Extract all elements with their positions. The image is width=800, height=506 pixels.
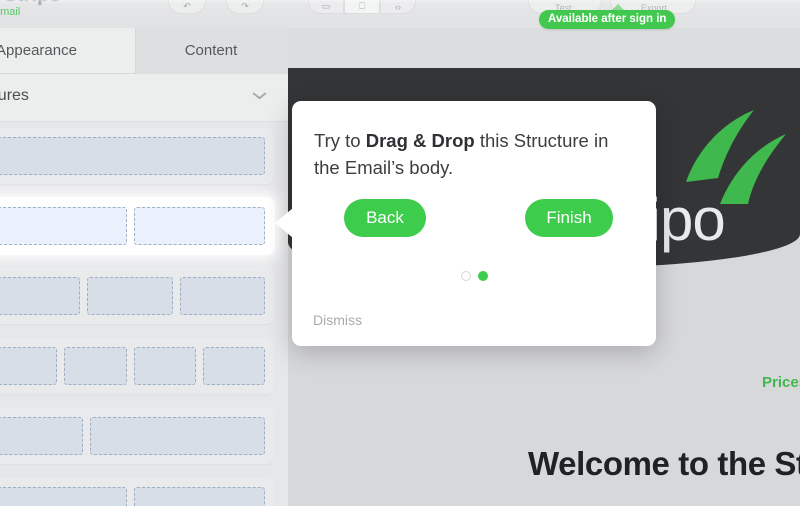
back-button[interactable]: Back	[344, 199, 426, 237]
structures-list[interactable]	[0, 122, 288, 506]
structure-one-third-two-thirds[interactable]	[0, 408, 274, 464]
mobile-view-button[interactable]: ⎕	[344, 0, 380, 14]
structure-cell	[203, 347, 265, 385]
structure-cell	[0, 137, 265, 175]
structures-section-title: Structures	[0, 87, 29, 105]
code-view-button[interactable]: ‹›	[380, 0, 416, 14]
structure-two-column-wide[interactable]	[0, 478, 274, 506]
structure-cell	[134, 207, 266, 245]
mobile-icon: ⎕	[345, 1, 379, 12]
structure-cell	[87, 277, 172, 315]
code-icon: ‹›	[381, 2, 415, 12]
structures-section-header[interactable]: Structures	[0, 74, 288, 122]
structure-cell	[0, 417, 83, 455]
onboarding-popover: Try to Drag & Drop this Structure in the…	[292, 101, 656, 346]
structure-cell	[90, 417, 265, 455]
prices-link[interactable]: Prices	[762, 374, 800, 391]
left-panel: Appearance Content Structures	[0, 28, 288, 506]
app-brand: Stripo email	[4, 0, 124, 19]
structure-cell	[0, 277, 80, 315]
brand-subtitle: email	[0, 6, 124, 19]
step-indicator	[292, 271, 656, 281]
structure-cell	[64, 347, 126, 385]
popover-message: Try to Drag & Drop this Structure in the…	[314, 127, 634, 181]
structure-cell	[134, 487, 266, 506]
tab-appearance[interactable]: Appearance	[0, 28, 136, 74]
step-dot-1[interactable]	[461, 271, 471, 281]
chevron-down-icon[interactable]	[253, 92, 266, 100]
structure-cell	[0, 347, 57, 385]
popover-arrow	[275, 208, 293, 238]
brand-name: Stripo	[4, 0, 124, 6]
welcome-heading[interactable]: Welcome to the Stripo	[528, 445, 800, 483]
structure-cell	[134, 347, 196, 385]
desktop-view-button[interactable]: ▭	[308, 0, 344, 14]
popover-text-prefix: Try to	[314, 130, 366, 151]
structure-cell	[180, 277, 265, 315]
redo-icon: ↷	[227, 1, 263, 12]
structure-four-column[interactable]	[0, 338, 274, 394]
step-dot-2[interactable]	[478, 271, 488, 281]
structure-two-column[interactable]	[0, 198, 274, 254]
redo-button[interactable]: ↷	[226, 0, 264, 14]
finish-button[interactable]: Finish	[525, 199, 613, 237]
popover-text-bold: Drag & Drop	[366, 130, 475, 151]
sign-in-tooltip: Available after sign in	[539, 10, 675, 29]
dismiss-link[interactable]: Dismiss	[313, 312, 362, 328]
undo-button[interactable]: ↶	[168, 0, 206, 14]
structure-three-column[interactable]	[0, 268, 274, 324]
structure-one-column[interactable]	[0, 128, 274, 184]
panel-tabs: Appearance Content	[0, 28, 288, 74]
structure-cell	[0, 207, 127, 245]
tab-content[interactable]: Content	[136, 28, 286, 74]
undo-icon: ↶	[169, 1, 205, 12]
desktop-icon: ▭	[309, 1, 343, 12]
structure-cell	[0, 487, 127, 506]
top-toolbar: Stripo email ↶ ↷ ▭ ⎕ ‹› Test Export	[0, 0, 800, 28]
